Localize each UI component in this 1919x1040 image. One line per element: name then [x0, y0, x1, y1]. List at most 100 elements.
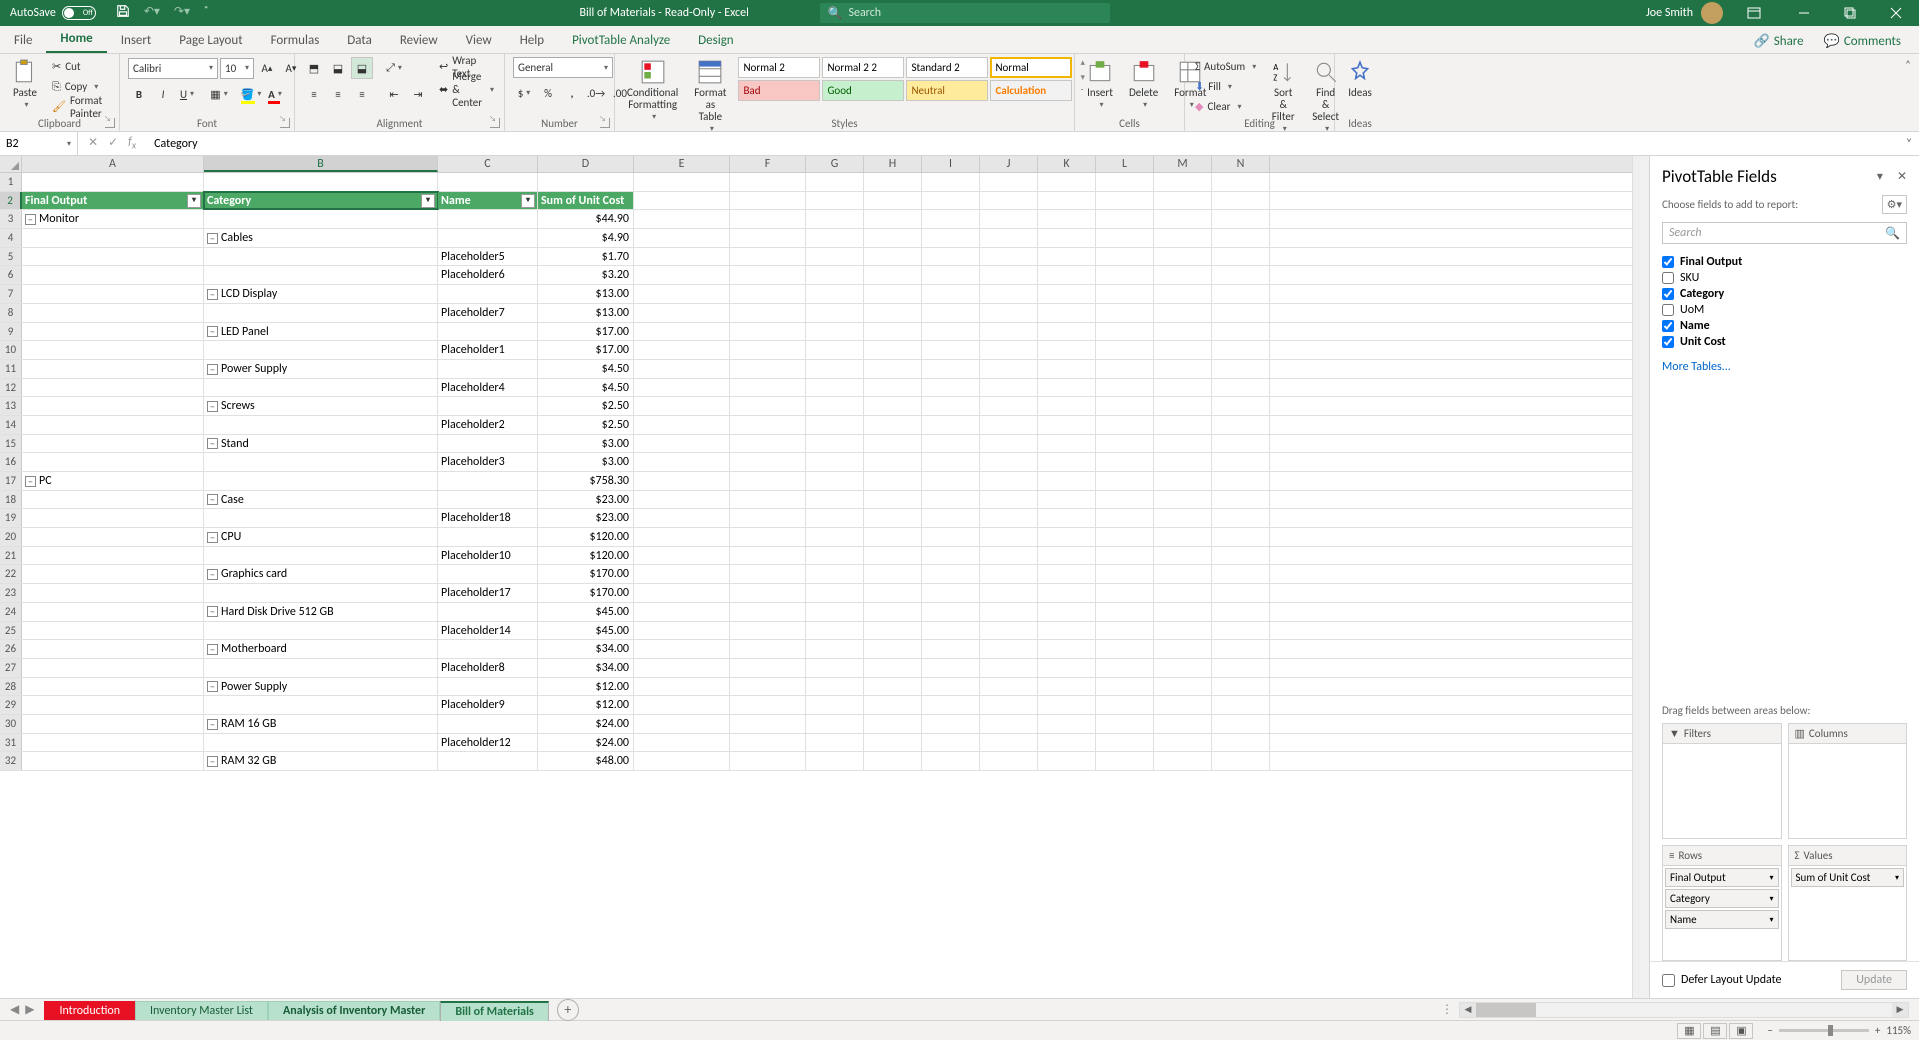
orientation-icon[interactable]: ⤢▾	[383, 57, 405, 79]
grid-cell[interactable]	[22, 435, 204, 453]
zoom-slider[interactable]	[1779, 1029, 1869, 1032]
grid-cell[interactable]	[922, 360, 980, 378]
grid-cell[interactable]	[730, 509, 806, 527]
grid-cell[interactable]	[980, 752, 1038, 770]
row-header[interactable]: 1	[0, 173, 22, 191]
zoom-in-icon[interactable]: +	[1875, 1024, 1880, 1037]
grid-cell[interactable]	[1038, 734, 1096, 752]
grid-cell[interactable]	[1154, 491, 1212, 509]
comments-button[interactable]: 💬Comments	[1816, 30, 1909, 53]
collapse-ribbon-icon[interactable]: ˄	[1897, 54, 1919, 131]
expand-formula-bar-icon[interactable]: ˅	[1899, 137, 1919, 151]
grid-cell[interactable]	[864, 491, 922, 509]
grid-cell[interactable]	[1096, 397, 1154, 415]
chevron-down-icon[interactable]: ▾	[1769, 894, 1773, 904]
grid-cell[interactable]	[22, 584, 204, 602]
grid-cell[interactable]	[980, 509, 1038, 527]
grid-cell[interactable]	[438, 472, 538, 490]
grid-cell[interactable]	[634, 528, 730, 546]
grid-cell[interactable]	[922, 210, 980, 228]
grid-cell[interactable]	[1038, 323, 1096, 341]
grid-cell[interactable]	[22, 734, 204, 752]
grid-cell[interactable]	[1212, 696, 1270, 714]
cell-style-option[interactable]: Good	[822, 80, 904, 101]
column-header[interactable]: N	[1212, 156, 1270, 172]
tab-review[interactable]: Review	[386, 27, 452, 53]
grid-cell[interactable]	[806, 360, 864, 378]
grid-cell[interactable]	[1212, 435, 1270, 453]
grid-cell[interactable]	[438, 603, 538, 621]
insert-cells-button[interactable]: Insert▾	[1083, 57, 1117, 112]
grid-cell[interactable]	[1212, 266, 1270, 284]
ribbon-display-icon[interactable]	[1731, 0, 1777, 26]
grid-cell[interactable]	[22, 565, 204, 583]
grid-cell[interactable]	[1038, 696, 1096, 714]
row-header[interactable]: 3	[0, 210, 22, 228]
grid-cell[interactable]	[1038, 173, 1096, 191]
grid-cell[interactable]: $3.00	[538, 435, 634, 453]
new-sheet-button[interactable]: +	[557, 999, 579, 1021]
grid-cell[interactable]: $120.00	[538, 528, 634, 546]
area-field-item[interactable]: Final Output▾	[1665, 868, 1779, 887]
grid-cell[interactable]: Placeholder3	[438, 453, 538, 471]
grid-cell[interactable]	[634, 248, 730, 266]
grid-cell[interactable]: Placeholder2	[438, 416, 538, 434]
grid-cell[interactable]	[980, 379, 1038, 397]
grid-cell[interactable]: Category▾	[204, 192, 438, 210]
grid-cell[interactable]	[634, 453, 730, 471]
grid-cell[interactable]	[980, 528, 1038, 546]
grid-cell[interactable]: $12.00	[538, 678, 634, 696]
grid-cell[interactable]: $12.00	[538, 696, 634, 714]
collapse-icon[interactable]: −	[207, 289, 218, 300]
grid-cell[interactable]: $2.50	[538, 397, 634, 415]
column-header[interactable]: H	[864, 156, 922, 172]
grid-cell[interactable]	[980, 453, 1038, 471]
grid-cell[interactable]	[204, 210, 438, 228]
grid-cell[interactable]	[980, 696, 1038, 714]
border-icon[interactable]: ▦▾	[208, 83, 230, 105]
grid-cell[interactable]	[1212, 603, 1270, 621]
grid-cell[interactable]	[1154, 173, 1212, 191]
cell-style-option[interactable]: Neutral	[906, 80, 988, 101]
grid-cell[interactable]	[1212, 528, 1270, 546]
grid-cell[interactable]	[864, 266, 922, 284]
grid-cell[interactable]	[980, 640, 1038, 658]
column-header[interactable]: G	[806, 156, 864, 172]
grid-cell[interactable]	[634, 173, 730, 191]
cell-styles-gallery[interactable]: Normal 2Normal 2 2Standard 2NormalBadGoo…	[738, 57, 1072, 101]
collapse-icon[interactable]: −	[207, 644, 218, 655]
grid-cell[interactable]	[634, 752, 730, 770]
grid-cell[interactable]	[806, 584, 864, 602]
grid-cell[interactable]	[1154, 341, 1212, 359]
field-checkbox[interactable]	[1662, 256, 1674, 268]
grid-cell[interactable]	[1212, 285, 1270, 303]
grid-cell[interactable]	[730, 379, 806, 397]
grid-cell[interactable]	[864, 640, 922, 658]
field-item[interactable]: Final Output	[1662, 254, 1907, 270]
grid-cell[interactable]: $23.00	[538, 491, 634, 509]
grid-cell[interactable]	[1096, 360, 1154, 378]
grid-cell[interactable]	[1038, 192, 1096, 210]
grid-cell[interactable]	[864, 603, 922, 621]
grid-cell[interactable]	[1154, 509, 1212, 527]
grid-cell[interactable]: $45.00	[538, 622, 634, 640]
grid-cell[interactable]: −Motherboard	[204, 640, 438, 658]
grid-cell[interactable]	[806, 603, 864, 621]
grid-cell[interactable]: −Power Supply	[204, 360, 438, 378]
font-name-combo[interactable]: Calibri▾	[128, 58, 218, 79]
grid-cell[interactable]: $120.00	[538, 547, 634, 565]
area-field-item[interactable]: Sum of Unit Cost▾	[1791, 868, 1905, 887]
align-middle-icon[interactable]: ⬓	[327, 57, 349, 79]
font-size-combo[interactable]: 10▾	[220, 58, 254, 79]
grid-cell[interactable]	[980, 360, 1038, 378]
sheet-tab-introduction[interactable]: Introduction	[44, 1001, 135, 1020]
grid-cell[interactable]: −PC	[22, 472, 204, 490]
grid-cell[interactable]: −Stand	[204, 435, 438, 453]
grid-cell[interactable]	[22, 453, 204, 471]
grid-cell[interactable]	[864, 173, 922, 191]
grid-cell[interactable]	[1154, 210, 1212, 228]
field-checkbox[interactable]	[1662, 272, 1674, 284]
grid-cell[interactable]	[1038, 678, 1096, 696]
grid-cell[interactable]	[864, 696, 922, 714]
grid-cell[interactable]	[864, 229, 922, 247]
